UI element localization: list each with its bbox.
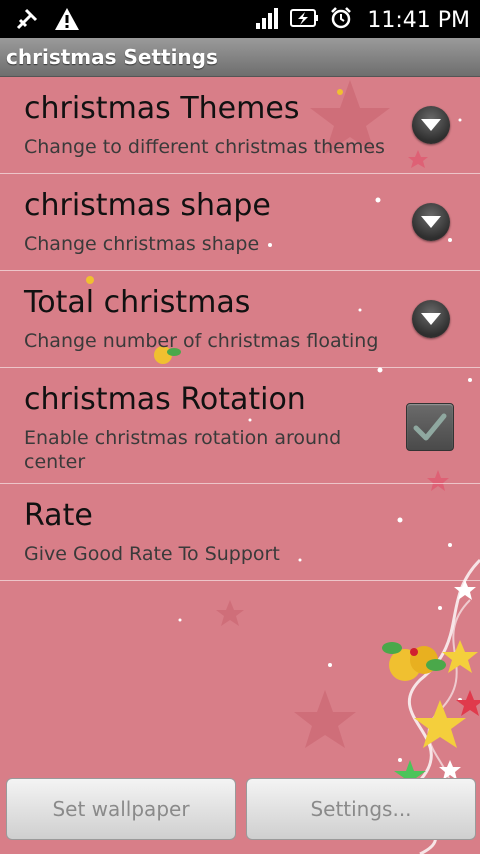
- pref-title: christmas shape: [24, 188, 271, 223]
- battery-charging-icon: [289, 7, 319, 33]
- pref-summary: Change christmas shape: [24, 233, 260, 255]
- pref-summary: Change to different christmas themes: [24, 136, 385, 158]
- checkmark-icon: [413, 413, 447, 441]
- pref-total-christmas[interactable]: Total christmas Change number of christm…: [0, 271, 480, 368]
- pref-christmas-shape[interactable]: christmas shape Change christmas shape: [0, 174, 480, 271]
- dropdown-arrow-icon[interactable]: [412, 106, 450, 144]
- pref-summary: Change number of christmas floating: [24, 330, 379, 352]
- star-decoration: [216, 600, 244, 626]
- set-wallpaper-button[interactable]: Set wallpaper: [6, 778, 236, 840]
- star-decoration: [294, 690, 356, 748]
- pref-title: Rate: [24, 498, 93, 533]
- warning-icon: [54, 6, 80, 36]
- pref-summary: Give Good Rate To Support: [24, 543, 280, 565]
- status-bar: 11:41 PM: [0, 0, 480, 38]
- pref-summary: Enable christmas rotation around center: [24, 427, 342, 473]
- page-title: christmas Settings: [6, 45, 218, 69]
- signal-icon: [255, 6, 279, 34]
- pref-title: christmas Themes: [24, 91, 300, 126]
- pref-title: christmas Rotation: [24, 382, 306, 417]
- pref-rate[interactable]: Rate Give Good Rate To Support: [0, 484, 480, 581]
- title-bar: christmas Settings: [0, 38, 480, 77]
- alarm-icon: [329, 6, 353, 34]
- pref-christmas-themes[interactable]: christmas Themes Change to different chr…: [0, 77, 480, 174]
- pref-christmas-rotation[interactable]: christmas Rotation Enable christmas rota…: [0, 368, 480, 484]
- usb-debug-icon: [14, 6, 40, 36]
- dropdown-arrow-icon[interactable]: [412, 203, 450, 241]
- rotation-checkbox[interactable]: [406, 403, 454, 451]
- clock-time: 11:41 PM: [367, 7, 470, 33]
- dropdown-arrow-icon[interactable]: [412, 300, 450, 338]
- pref-title: Total christmas: [24, 285, 251, 320]
- settings-button[interactable]: Settings...: [246, 778, 476, 840]
- preferences-list: christmas Themes Change to different chr…: [0, 77, 480, 581]
